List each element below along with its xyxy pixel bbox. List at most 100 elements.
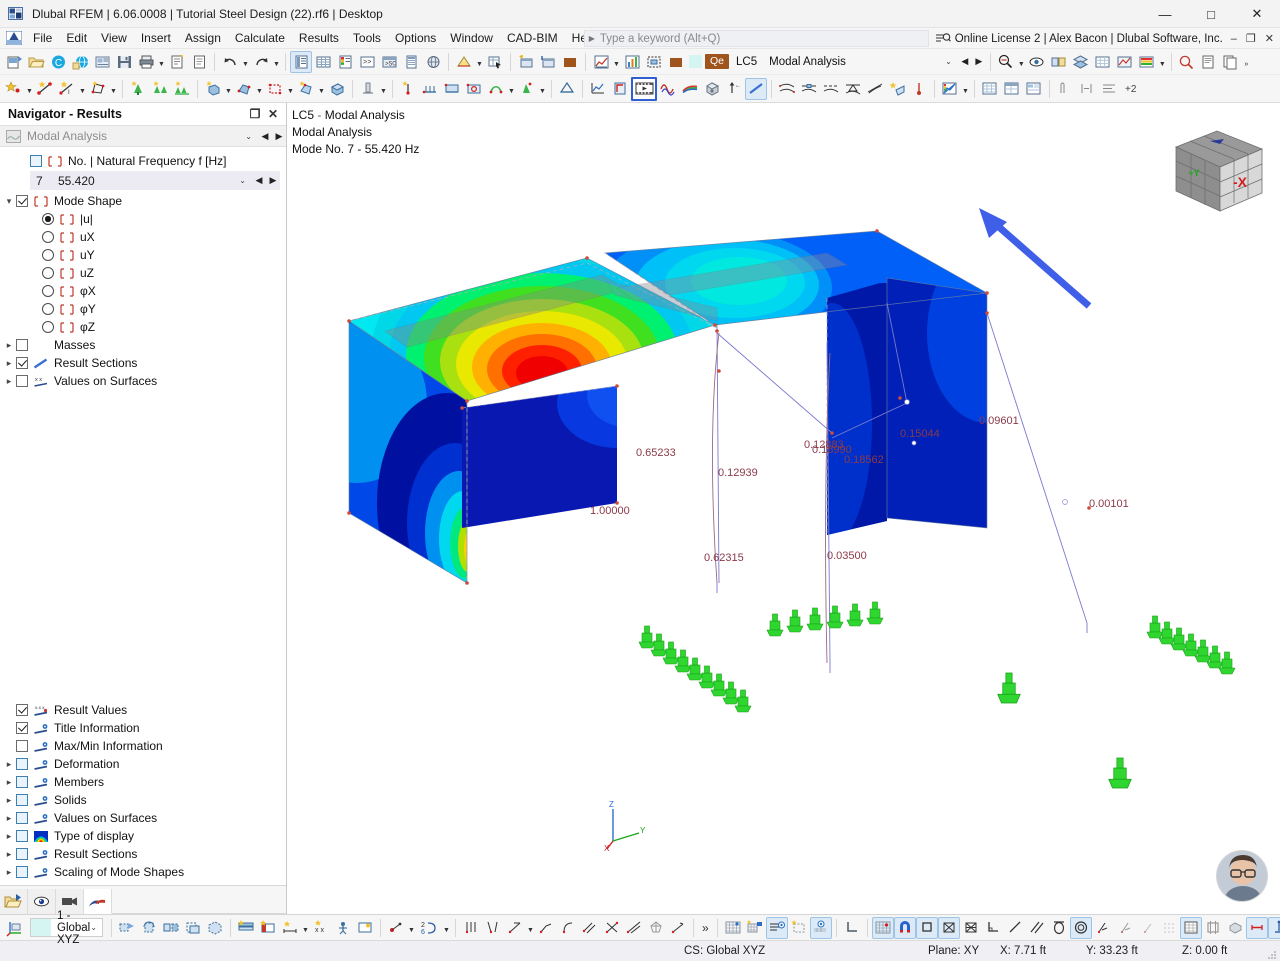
masses-checkbox[interactable] [16, 339, 28, 351]
frequency-prev-button[interactable]: ◀ [252, 171, 266, 191]
tree-item-title-information[interactable]: Title Information [0, 719, 286, 737]
result-values-checkbox[interactable] [16, 704, 28, 716]
deformation-scale-icon[interactable]: ← [723, 78, 745, 100]
overflow-caret-1[interactable]: » [1242, 51, 1251, 73]
copy-results-icon[interactable] [1054, 78, 1076, 100]
tree-item-mode-uz[interactable]: uZ [0, 264, 286, 282]
menu-results[interactable]: Results [292, 29, 346, 47]
new-node-icon[interactable] [3, 78, 25, 100]
undo-dropdown-caret[interactable]: ▼ [241, 51, 250, 73]
converge-lines-icon[interactable] [482, 917, 504, 939]
tree-item-members[interactable]: ▸ Members [0, 773, 286, 791]
nodal-support-icon[interactable] [397, 78, 419, 100]
menu-window[interactable]: Window [443, 29, 500, 47]
load-case-prev-button[interactable]: ◀ [958, 52, 972, 72]
print-preview-icon[interactable] [1198, 51, 1220, 73]
cs-combo-caret[interactable]: ⌄ [90, 923, 102, 932]
section-view-icon[interactable] [609, 78, 631, 100]
divide-object-icon[interactable]: 26 [416, 917, 442, 939]
move-object-icon[interactable] [116, 917, 138, 939]
tree-item-natural-frequency[interactable]: ▸ No. | Natural Frequency f [Hz] [0, 152, 286, 170]
solid-view-icon[interactable] [701, 78, 723, 100]
filter-caret[interactable]: ▼ [1017, 51, 1026, 73]
member-eccentricity-icon[interactable] [516, 78, 538, 100]
keyword-search-input[interactable]: ▶ Type a keyword (Alt+Q) [583, 30, 929, 47]
snap-tangent-icon[interactable] [1048, 917, 1070, 939]
person-scale-icon[interactable] [332, 917, 354, 939]
frequency-next-button[interactable]: ▶ [266, 171, 280, 191]
support-reactions-icon[interactable] [842, 78, 864, 100]
menu-file[interactable]: File [26, 29, 59, 47]
type-display-checkbox[interactable] [16, 830, 28, 842]
snap-point-cloud-3-icon[interactable] [1136, 917, 1158, 939]
mode-phiz-radio[interactable] [42, 321, 54, 333]
values-surfaces-display-checkbox[interactable] [16, 812, 28, 824]
navigator-combo-next[interactable]: ▶ [272, 126, 286, 146]
navigator-panel-icon[interactable] [290, 50, 312, 73]
result-sections-tool-icon[interactable] [556, 78, 578, 100]
result-sections-display-checkbox[interactable] [16, 848, 28, 860]
mode-u-abs-radio[interactable] [42, 213, 54, 225]
menu-assign[interactable]: Assign [178, 29, 228, 47]
results-legend-icon[interactable] [939, 78, 961, 100]
mode-shape-checkbox[interactable] [16, 195, 28, 207]
print-dropdown-caret[interactable]: ▼ [157, 51, 166, 73]
tree-item-deformation[interactable]: ▸ Deformation [0, 755, 286, 773]
undo-icon[interactable] [219, 51, 241, 73]
mode-uz-radio[interactable] [42, 267, 54, 279]
load-case-dropdown-caret[interactable]: ⌄ [939, 57, 958, 66]
menu-view[interactable]: View [94, 29, 134, 47]
rotate-object-icon[interactable] [138, 917, 160, 939]
menu-calculate[interactable]: Calculate [228, 29, 292, 47]
deform-lines-icon-1[interactable] [776, 78, 798, 100]
user-avatar[interactable] [1216, 850, 1268, 902]
rigid-link-caret[interactable]: ▼ [507, 78, 516, 100]
mirror-object-icon[interactable] [160, 917, 182, 939]
menu-insert[interactable]: Insert [134, 29, 178, 47]
type-display-expander-icon[interactable]: ▸ [2, 827, 16, 845]
snap-point-cloud-1-icon[interactable] [1092, 917, 1114, 939]
line-support-icon[interactable] [419, 78, 441, 100]
navigator-undock-button[interactable]: ❐ [246, 105, 264, 123]
qe-color-swatch-1[interactable] [665, 51, 687, 73]
snap-solid-icon[interactable] [1224, 917, 1246, 939]
print-icon[interactable] [135, 51, 157, 73]
animation-mode-shape-button[interactable] [631, 76, 657, 101]
document-icon[interactable] [188, 51, 210, 73]
results-legend-caret[interactable]: ▼ [961, 78, 970, 100]
new-line-icon[interactable] [34, 78, 56, 100]
magnifier-plus-icon[interactable] [1176, 51, 1198, 73]
add-results-icon[interactable]: +2 [1120, 78, 1142, 100]
snap-line-icon[interactable] [1004, 917, 1026, 939]
new-opening-caret[interactable]: ▼ [255, 78, 264, 100]
globe-view-icon[interactable] [422, 51, 444, 73]
new-surface-set-caret[interactable]: ▼ [317, 78, 326, 100]
new-region-caret[interactable]: ▼ [286, 78, 295, 100]
solids-expander-icon[interactable]: ▸ [2, 791, 16, 809]
members-expander-icon[interactable]: ▸ [2, 773, 16, 791]
license-info[interactable]: Online License 2 | Alex Bacon | Dlubal S… [935, 32, 1223, 45]
color-results-caret[interactable]: ▼ [1158, 51, 1167, 73]
align-results-icon[interactable] [1098, 78, 1120, 100]
parallel-lines-icon[interactable] [460, 917, 482, 939]
mode-shape-expander-icon[interactable]: ▾ [2, 192, 16, 210]
new-report-icon[interactable] [166, 51, 188, 73]
model-viewport-3d[interactable]: LC5 - Modal Analysis Modal Analysis Mode… [287, 103, 1280, 914]
dimension-icon[interactable] [279, 917, 301, 939]
group-visibility-icon[interactable] [1048, 51, 1070, 73]
print-copy-icon[interactable] [1220, 51, 1242, 73]
node-snap-icon[interactable] [385, 917, 407, 939]
properties-panel-icon[interactable] [400, 51, 422, 73]
tree-item-result-values[interactable]: x.x x Result Values [0, 701, 286, 719]
menu-edit[interactable]: Edit [59, 29, 94, 47]
snap-frame-icon[interactable] [1202, 917, 1224, 939]
render-mode-caret[interactable]: ▼ [475, 51, 484, 73]
color-results-icon[interactable] [1136, 51, 1158, 73]
new-solid-caret[interactable]: ▼ [224, 78, 233, 100]
values-surfaces-display-expander-icon[interactable]: ▸ [2, 809, 16, 827]
snap-grid-icon[interactable] [871, 916, 894, 939]
deform-lines-icon-2[interactable] [798, 78, 820, 100]
title-information-checkbox[interactable] [16, 722, 28, 734]
mode-phix-radio[interactable] [42, 285, 54, 297]
tree-item-values-on-surfaces[interactable]: ▸ x x Values on Surfaces [0, 372, 286, 390]
